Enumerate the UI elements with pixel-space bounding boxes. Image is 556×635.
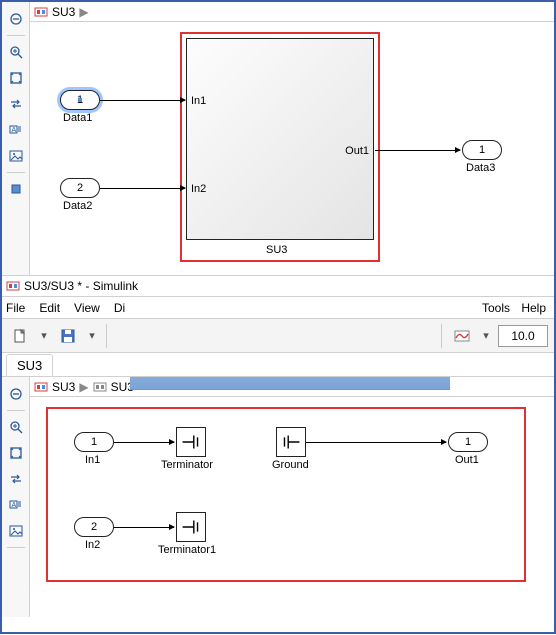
outport-data3-label: Data3 bbox=[466, 162, 495, 174]
menu-edit[interactable]: Edit bbox=[39, 301, 60, 315]
bottom-canvas[interactable]: SU3 ▶ SU3 1 In1 Terminator Ground bbox=[30, 377, 554, 597]
signal-out1[interactable] bbox=[375, 150, 460, 151]
subsystem-label: SU3 bbox=[266, 244, 287, 256]
fit-icon[interactable] bbox=[6, 443, 26, 463]
signal-in1[interactable] bbox=[100, 100, 185, 101]
chevron-right-icon[interactable]: ▶ bbox=[79, 380, 88, 394]
palette-top: A bbox=[2, 2, 30, 275]
menu-di[interactable]: Di bbox=[114, 301, 125, 315]
ground-block[interactable] bbox=[276, 427, 306, 457]
window-title: SU3/SU3 * - Simulink bbox=[24, 279, 138, 293]
model-icon bbox=[34, 5, 48, 19]
tab-label: SU3 bbox=[17, 358, 42, 373]
inport-data2[interactable]: 2 bbox=[60, 178, 100, 198]
outport-out1[interactable]: 1 bbox=[448, 432, 488, 452]
toolbar: ▾ ▾ ▾ 10.0 bbox=[2, 319, 554, 353]
breadcrumb-bottom: SU3 ▶ SU3 bbox=[30, 377, 554, 397]
signal-in1-bot[interactable] bbox=[114, 442, 174, 443]
bottom-content: A SU3 ▶ SU3 1 In1 Terminator bbox=[2, 377, 554, 635]
inport-in2-label: In2 bbox=[85, 539, 100, 551]
image-icon[interactable] bbox=[6, 146, 26, 166]
swap-icon[interactable] bbox=[6, 469, 26, 489]
breadcrumb-top: SU3 ▶ bbox=[30, 2, 554, 22]
new-button[interactable] bbox=[8, 324, 32, 348]
hide-icon[interactable] bbox=[6, 9, 26, 29]
annotation-icon[interactable]: A bbox=[6, 495, 26, 515]
simulink-icon bbox=[6, 279, 20, 293]
breadcrumb-child[interactable]: SU3 bbox=[111, 380, 134, 394]
inport-in1[interactable]: 1 bbox=[74, 432, 114, 452]
ground-label: Ground bbox=[272, 459, 309, 471]
terminator1-block[interactable] bbox=[176, 512, 206, 542]
breadcrumb-label[interactable]: SU3 bbox=[52, 5, 75, 19]
inport-in2-num: 2 bbox=[91, 521, 97, 533]
menu-file[interactable]: File bbox=[6, 301, 25, 315]
stop-time-input[interactable]: 10.0 bbox=[498, 325, 548, 347]
top-model-panel: A SU3 ▶ In1 In2 Out1 SU3 1 Data1 2 Data2 bbox=[2, 2, 554, 275]
breadcrumb-root[interactable]: SU3 bbox=[52, 380, 75, 394]
annotation-icon[interactable]: A bbox=[6, 120, 26, 140]
subsystem-block[interactable]: In1 In2 Out1 bbox=[186, 38, 374, 240]
menu-view[interactable]: View bbox=[74, 301, 100, 315]
top-canvas[interactable]: SU3 ▶ In1 In2 Out1 SU3 1 Data1 2 Data2 1… bbox=[30, 2, 554, 275]
menubar: File Edit View Di Tools Help bbox=[2, 297, 554, 319]
outport-data3-num: 1 bbox=[479, 144, 485, 156]
block-icon[interactable] bbox=[6, 179, 26, 199]
inport-data2-label: Data2 bbox=[63, 200, 92, 212]
image-icon[interactable] bbox=[6, 521, 26, 541]
tab-strip: SU3 bbox=[2, 353, 554, 377]
fit-icon[interactable] bbox=[6, 68, 26, 88]
scope-button[interactable] bbox=[450, 324, 474, 348]
hide-icon[interactable] bbox=[6, 384, 26, 404]
terminator1-label: Terminator1 bbox=[158, 544, 216, 556]
save-dropdown[interactable]: ▾ bbox=[86, 324, 98, 348]
inport-data1[interactable]: 1 bbox=[60, 90, 100, 110]
zoom-in-icon[interactable] bbox=[6, 42, 26, 62]
scope-dropdown[interactable]: ▾ bbox=[480, 324, 492, 348]
signal-in2-bot[interactable] bbox=[114, 527, 174, 528]
subsystem-icon bbox=[93, 380, 107, 394]
stop-time-value: 10.0 bbox=[511, 329, 534, 343]
port-in2-label: In2 bbox=[191, 183, 206, 195]
palette-bottom: A bbox=[2, 377, 30, 617]
inport-data1-num: 1 bbox=[77, 94, 83, 106]
signal-out-bot[interactable] bbox=[306, 442, 446, 443]
bottom-window: SU3/SU3 * - Simulink File Edit View Di T… bbox=[2, 275, 554, 635]
svg-text:A: A bbox=[11, 127, 16, 134]
outport-out1-label: Out1 bbox=[455, 454, 479, 466]
svg-text:A: A bbox=[11, 502, 16, 509]
inport-in1-num: 1 bbox=[91, 436, 97, 448]
menu-tools[interactable]: Tools bbox=[482, 301, 510, 315]
terminator-label: Terminator bbox=[161, 459, 213, 471]
inport-data1-label: Data1 bbox=[63, 112, 92, 124]
tab-su3[interactable]: SU3 bbox=[6, 354, 53, 376]
outport-out1-num: 1 bbox=[465, 436, 471, 448]
menu-help[interactable]: Help bbox=[521, 301, 546, 315]
port-out1-label: Out1 bbox=[345, 145, 369, 157]
swap-icon[interactable] bbox=[6, 94, 26, 114]
outport-data3[interactable]: 1 bbox=[462, 140, 502, 160]
new-dropdown[interactable]: ▾ bbox=[38, 324, 50, 348]
chevron-right-icon[interactable]: ▶ bbox=[79, 5, 88, 19]
window-titlebar: SU3/SU3 * - Simulink bbox=[2, 275, 554, 297]
signal-in2[interactable] bbox=[100, 188, 185, 189]
inport-in2[interactable]: 2 bbox=[74, 517, 114, 537]
model-icon bbox=[34, 380, 48, 394]
terminator-block[interactable] bbox=[176, 427, 206, 457]
inport-in1-label: In1 bbox=[85, 454, 100, 466]
port-in1-label: In1 bbox=[191, 95, 206, 107]
save-button[interactable] bbox=[56, 324, 80, 348]
inport-data2-num: 2 bbox=[77, 182, 83, 194]
zoom-in-icon[interactable] bbox=[6, 417, 26, 437]
